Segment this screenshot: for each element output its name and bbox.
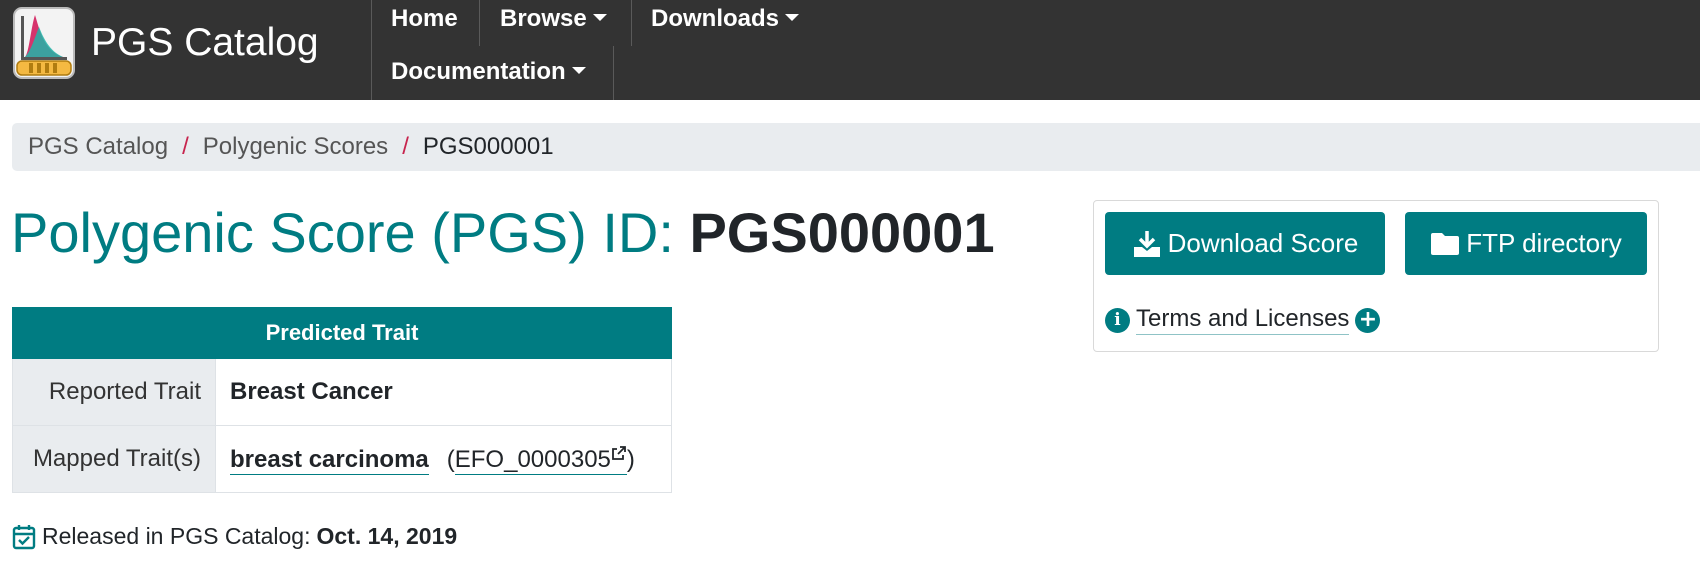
table-header: Predicted Trait	[12, 307, 672, 359]
release-date: Oct. 14, 2019	[316, 523, 458, 549]
caret-down-icon	[785, 14, 800, 21]
download-box: Download Score FTP directory i Terms and…	[1093, 200, 1659, 352]
download-score-label: Download Score	[1167, 228, 1359, 258]
folder-icon	[1431, 232, 1460, 255]
table-row: Mapped Trait(s) breast carcinoma (EFO_000…	[12, 425, 672, 493]
mapped-trait-link[interactable]: breast carcinoma	[230, 445, 429, 475]
page-title-id: PGS000001	[689, 201, 995, 264]
brand-name: PGS Catalog	[91, 21, 319, 64]
calendar-check-icon	[12, 524, 36, 549]
nav-browse-dropdown[interactable]: Browse	[481, 0, 626, 44]
nav-divider	[613, 46, 614, 100]
nav-browse-label: Browse	[500, 5, 587, 32]
nav-divider	[479, 0, 480, 46]
pgs-logo-icon	[13, 7, 75, 79]
efo-open-paren: (	[446, 445, 455, 473]
efo-id-link[interactable]: EFO_0000305	[454, 445, 627, 475]
nav-home-label: Home	[391, 5, 458, 32]
nav-documentation-dropdown[interactable]: Documentation	[372, 53, 605, 97]
predicted-trait-table: Predicted Trait Reported Trait Breast Ca…	[12, 307, 672, 493]
release-label: Released in PGS Catalog:	[42, 523, 311, 549]
caret-down-icon	[571, 67, 586, 74]
breadcrumb-item-catalog[interactable]: PGS Catalog	[28, 133, 168, 161]
efo-id-label: EFO_0000305	[454, 445, 611, 473]
nav-documentation-label: Documentation	[391, 58, 566, 85]
terms-and-licenses[interactable]: i Terms and Licenses +	[1105, 305, 1381, 335]
breadcrumb-separator: /	[182, 133, 189, 160]
ftp-directory-label: FTP directory	[1466, 228, 1622, 258]
top-navbar: PGS Catalog Home Browse Downloads Docume…	[0, 0, 1700, 100]
terms-label: Terms and Licenses	[1136, 305, 1350, 335]
download-icon	[1133, 230, 1160, 257]
page-title: Polygenic Score (PGS) ID: PGS000001	[11, 200, 995, 265]
breadcrumb: PGS Catalog / Polygenic Scores / PGS0000…	[12, 123, 1700, 171]
row-label: Reported Trait	[12, 358, 216, 426]
info-icon: i	[1105, 307, 1130, 333]
row-label: Mapped Trait(s)	[12, 425, 216, 493]
download-score-button[interactable]: Download Score	[1105, 212, 1385, 275]
release-info: Released in PGS Catalog: Oct. 14, 2019	[12, 523, 457, 550]
caret-down-icon	[592, 14, 607, 21]
brand-link[interactable]: PGS Catalog	[13, 6, 319, 80]
nav-downloads-label: Downloads	[651, 5, 780, 32]
nav-downloads-dropdown[interactable]: Downloads	[632, 0, 818, 44]
mapped-trait-cell: breast carcinoma (EFO_0000305)	[215, 425, 672, 493]
breadcrumb-item-scores[interactable]: Polygenic Scores	[203, 133, 388, 161]
efo-close-paren: )	[626, 445, 635, 473]
ftp-directory-button[interactable]: FTP directory	[1405, 212, 1647, 275]
table-row: Reported Trait Breast Cancer	[12, 358, 672, 426]
reported-trait-value: Breast Cancer	[215, 358, 672, 426]
breadcrumb-item-current: PGS000001	[422, 133, 554, 160]
breadcrumb-separator: /	[402, 133, 409, 160]
external-link-icon	[611, 445, 626, 460]
plus-icon[interactable]: +	[1355, 307, 1381, 333]
page-title-prefix: Polygenic Score (PGS) ID:	[11, 201, 690, 264]
nav-home[interactable]: Home	[372, 0, 477, 44]
